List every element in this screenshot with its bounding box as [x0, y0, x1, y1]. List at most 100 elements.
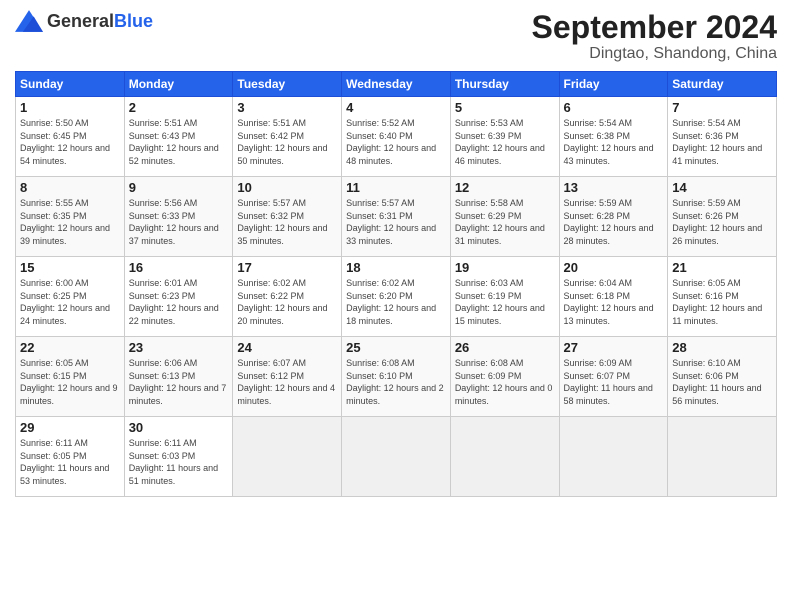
calendar-cell: 26Sunrise: 6:08 AMSunset: 6:09 PMDayligh…: [450, 337, 559, 417]
day-info: Sunrise: 6:03 AMSunset: 6:19 PMDaylight:…: [455, 277, 555, 327]
calendar-week-4: 29 Sunrise: 6:11 AMSunset: 6:05 PMDayligh…: [16, 417, 777, 497]
logo-text: GeneralBlue: [47, 11, 153, 32]
col-saturday: Saturday: [668, 72, 777, 97]
day-info: Sunrise: 6:04 AMSunset: 6:18 PMDaylight:…: [564, 277, 664, 327]
day-info: Sunrise: 5:52 AMSunset: 6:40 PMDaylight:…: [346, 117, 446, 167]
calendar-cell: 9Sunrise: 5:56 AMSunset: 6:33 PMDaylight…: [124, 177, 233, 257]
day-number: 6: [564, 100, 664, 115]
day-info: Sunrise: 6:09 AMSunset: 6:07 PMDaylight:…: [564, 357, 664, 407]
day-info: Sunrise: 6:07 AMSunset: 6:12 PMDaylight:…: [237, 357, 337, 407]
day-info: Sunrise: 5:54 AMSunset: 6:38 PMDaylight:…: [564, 117, 664, 167]
day-number: 5: [455, 100, 555, 115]
calendar-cell: 1 Sunrise: 5:50 AMSunset: 6:45 PMDaylight…: [16, 97, 125, 177]
day-number: 17: [237, 260, 337, 275]
col-friday: Friday: [559, 72, 668, 97]
day-number: 22: [20, 340, 120, 355]
calendar-cell: 6 Sunrise: 5:54 AMSunset: 6:38 PMDaylight…: [559, 97, 668, 177]
day-info: Sunrise: 6:01 AMSunset: 6:23 PMDaylight:…: [129, 277, 229, 327]
logo: GeneralBlue: [15, 10, 153, 32]
calendar-cell: 2 Sunrise: 5:51 AMSunset: 6:43 PMDaylight…: [124, 97, 233, 177]
calendar-cell: 5 Sunrise: 5:53 AMSunset: 6:39 PMDaylight…: [450, 97, 559, 177]
day-info: Sunrise: 5:50 AMSunset: 6:45 PMDaylight:…: [20, 117, 120, 167]
header-row: Sunday Monday Tuesday Wednesday Thursday…: [16, 72, 777, 97]
calendar-week-1: 8 Sunrise: 5:55 AMSunset: 6:35 PMDaylight…: [16, 177, 777, 257]
day-info: Sunrise: 6:06 AMSunset: 6:13 PMDaylight:…: [129, 357, 229, 407]
day-info: Sunrise: 6:10 AMSunset: 6:06 PMDaylight:…: [672, 357, 772, 407]
calendar-cell: 13Sunrise: 5:59 AMSunset: 6:28 PMDayligh…: [559, 177, 668, 257]
calendar-cell: 12 Sunrise: 5:58 AMSunset: 6:29 PMDayligh…: [450, 177, 559, 257]
calendar-cell: 16Sunrise: 6:01 AMSunset: 6:23 PMDayligh…: [124, 257, 233, 337]
col-sunday: Sunday: [16, 72, 125, 97]
day-info: Sunrise: 5:57 AMSunset: 6:31 PMDaylight:…: [346, 197, 446, 247]
day-number: 10: [237, 180, 337, 195]
day-number: 25: [346, 340, 446, 355]
calendar-cell: 7 Sunrise: 5:54 AMSunset: 6:36 PMDaylight…: [668, 97, 777, 177]
calendar-cell: [559, 417, 668, 497]
day-info: Sunrise: 6:11 AMSunset: 6:05 PMDaylight:…: [20, 437, 120, 487]
day-number: 8: [20, 180, 120, 195]
calendar-cell: 29 Sunrise: 6:11 AMSunset: 6:05 PMDayligh…: [16, 417, 125, 497]
calendar-cell: 11 Sunrise: 5:57 AMSunset: 6:31 PMDayligh…: [342, 177, 451, 257]
location-title: Dingtao, Shandong, China: [532, 45, 777, 63]
calendar-cell: 21 Sunrise: 6:05 AMSunset: 6:16 PMDayligh…: [668, 257, 777, 337]
day-number: 21: [672, 260, 772, 275]
day-info: Sunrise: 6:05 AMSunset: 6:16 PMDaylight:…: [672, 277, 772, 327]
day-number: 4: [346, 100, 446, 115]
day-info: Sunrise: 5:57 AMSunset: 6:32 PMDaylight:…: [237, 197, 337, 247]
day-info: Sunrise: 5:59 AMSunset: 6:26 PMDaylight:…: [672, 197, 772, 247]
day-info: Sunrise: 6:02 AMSunset: 6:22 PMDaylight:…: [237, 277, 337, 327]
calendar-week-2: 15 Sunrise: 6:00 AMSunset: 6:25 PMDayligh…: [16, 257, 777, 337]
day-number: 7: [672, 100, 772, 115]
month-title: September 2024: [532, 10, 777, 45]
day-info: Sunrise: 5:59 AMSunset: 6:28 PMDaylight:…: [564, 197, 664, 247]
calendar-cell: 22 Sunrise: 6:05 AMSunset: 6:15 PMDayligh…: [16, 337, 125, 417]
calendar-cell: 25 Sunrise: 6:08 AMSunset: 6:10 PMDayligh…: [342, 337, 451, 417]
logo-icon: [15, 10, 43, 32]
day-info: Sunrise: 5:53 AMSunset: 6:39 PMDaylight:…: [455, 117, 555, 167]
col-tuesday: Tuesday: [233, 72, 342, 97]
day-info: Sunrise: 5:55 AMSunset: 6:35 PMDaylight:…: [20, 197, 120, 247]
calendar: Sunday Monday Tuesday Wednesday Thursday…: [15, 71, 777, 497]
calendar-week-0: 1 Sunrise: 5:50 AMSunset: 6:45 PMDaylight…: [16, 97, 777, 177]
col-thursday: Thursday: [450, 72, 559, 97]
day-info: Sunrise: 5:58 AMSunset: 6:29 PMDaylight:…: [455, 197, 555, 247]
col-monday: Monday: [124, 72, 233, 97]
day-number: 1: [20, 100, 120, 115]
day-number: 11: [346, 180, 446, 195]
col-wednesday: Wednesday: [342, 72, 451, 97]
calendar-cell: 19Sunrise: 6:03 AMSunset: 6:19 PMDayligh…: [450, 257, 559, 337]
day-number: 20: [564, 260, 664, 275]
day-number: 23: [129, 340, 229, 355]
calendar-cell: 27 Sunrise: 6:09 AMSunset: 6:07 PMDayligh…: [559, 337, 668, 417]
day-info: Sunrise: 6:08 AMSunset: 6:09 PMDaylight:…: [455, 357, 555, 407]
header: GeneralBlue September 2024 Dingtao, Shan…: [15, 10, 777, 63]
day-number: 2: [129, 100, 229, 115]
calendar-cell: 17 Sunrise: 6:02 AMSunset: 6:22 PMDayligh…: [233, 257, 342, 337]
calendar-cell: 18Sunrise: 6:02 AMSunset: 6:20 PMDayligh…: [342, 257, 451, 337]
calendar-cell: 20 Sunrise: 6:04 AMSunset: 6:18 PMDayligh…: [559, 257, 668, 337]
day-info: Sunrise: 6:11 AMSunset: 6:03 PMDaylight:…: [129, 437, 229, 487]
day-number: 27: [564, 340, 664, 355]
calendar-cell: 14 Sunrise: 5:59 AMSunset: 6:26 PMDayligh…: [668, 177, 777, 257]
calendar-cell: 15 Sunrise: 6:00 AMSunset: 6:25 PMDayligh…: [16, 257, 125, 337]
day-info: Sunrise: 6:05 AMSunset: 6:15 PMDaylight:…: [20, 357, 120, 407]
calendar-cell: 8 Sunrise: 5:55 AMSunset: 6:35 PMDaylight…: [16, 177, 125, 257]
day-number: 14: [672, 180, 772, 195]
day-info: Sunrise: 5:51 AMSunset: 6:42 PMDaylight:…: [237, 117, 337, 167]
day-info: Sunrise: 6:08 AMSunset: 6:10 PMDaylight:…: [346, 357, 446, 407]
day-info: Sunrise: 5:56 AMSunset: 6:33 PMDaylight:…: [129, 197, 229, 247]
calendar-cell: 3 Sunrise: 5:51 AMSunset: 6:42 PMDaylight…: [233, 97, 342, 177]
day-number: 15: [20, 260, 120, 275]
day-number: 30: [129, 420, 229, 435]
day-number: 12: [455, 180, 555, 195]
logo-blue: Blue: [114, 11, 153, 31]
day-info: Sunrise: 6:00 AMSunset: 6:25 PMDaylight:…: [20, 277, 120, 327]
calendar-cell: 23 Sunrise: 6:06 AMSunset: 6:13 PMDayligh…: [124, 337, 233, 417]
day-number: 29: [20, 420, 120, 435]
calendar-cell: [342, 417, 451, 497]
day-number: 3: [237, 100, 337, 115]
calendar-cell: 30 Sunrise: 6:11 AMSunset: 6:03 PMDayligh…: [124, 417, 233, 497]
day-info: Sunrise: 5:54 AMSunset: 6:36 PMDaylight:…: [672, 117, 772, 167]
day-number: 24: [237, 340, 337, 355]
day-info: Sunrise: 5:51 AMSunset: 6:43 PMDaylight:…: [129, 117, 229, 167]
